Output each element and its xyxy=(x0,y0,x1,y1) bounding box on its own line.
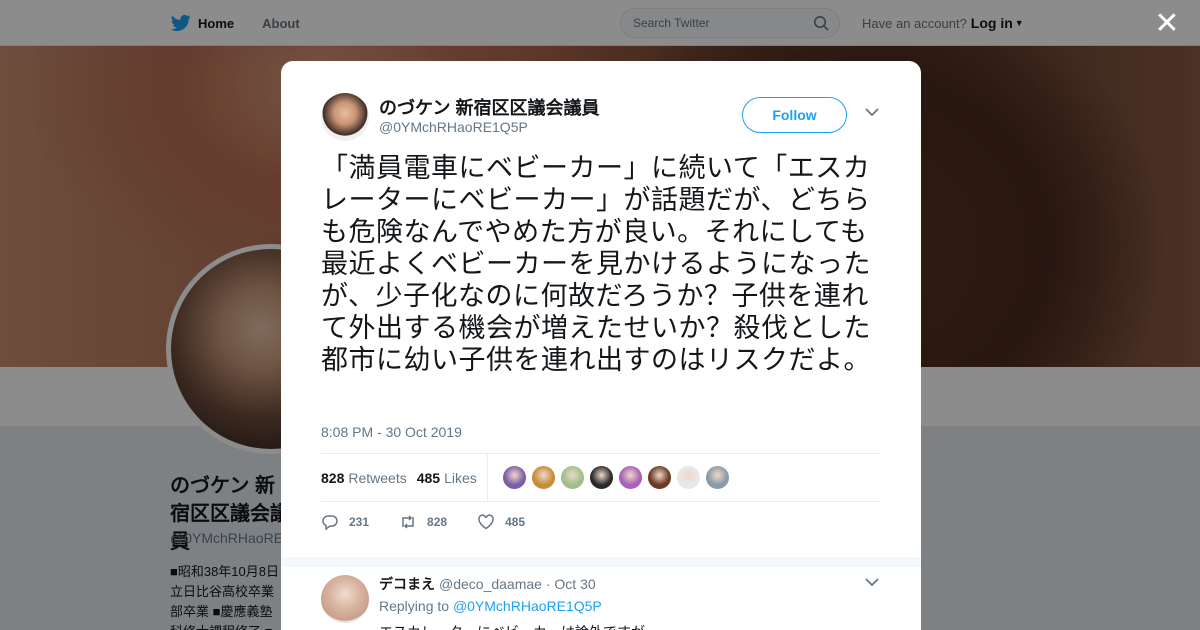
replying-to: Replying to @0YMchRHaoRE1Q5P xyxy=(379,598,602,614)
stats-divider xyxy=(486,453,488,502)
heart-icon xyxy=(478,514,494,530)
likes-count: 485 xyxy=(416,469,441,486)
liker-avatar[interactable] xyxy=(588,465,614,490)
retweet-icon xyxy=(402,515,414,529)
chevron-down-icon[interactable] xyxy=(865,107,879,117)
reply-icon xyxy=(322,515,338,531)
close-icon[interactable]: ✕ xyxy=(1154,9,1180,39)
like-count: 485 xyxy=(505,515,526,529)
likes-label: Likes xyxy=(444,469,477,486)
tweet-timestamp[interactable]: 8:08 PM - 30 Oct 2019 xyxy=(321,424,462,440)
follow-button[interactable]: Follow xyxy=(742,97,847,133)
liker-avatar[interactable] xyxy=(646,465,672,490)
tweet-actions: 231 828 485 xyxy=(321,513,555,531)
liker-avatar[interactable] xyxy=(675,465,701,490)
retweets-count: 828 xyxy=(321,469,345,486)
reply-header: デコまえ @deco_daamae · Oct 30 xyxy=(379,574,596,594)
replying-handle-link[interactable]: @0YMchRHaoRE1Q5P xyxy=(453,598,602,614)
retweets-label: Retweets xyxy=(348,469,407,486)
retweets-stat[interactable]: 828 Retweets xyxy=(321,470,407,486)
reply-author-avatar[interactable] xyxy=(321,575,369,623)
replies-separator xyxy=(281,557,921,567)
retweet-count: 828 xyxy=(427,515,448,529)
author-handle[interactable]: @0YMchRHaoRE1Q5P xyxy=(379,119,528,135)
replying-label: Replying to xyxy=(379,598,450,614)
reply-action[interactable]: 231 xyxy=(321,513,369,531)
reply-author-name[interactable]: デコまえ xyxy=(379,576,435,592)
likers-avatars xyxy=(498,465,730,490)
reply-text: エスカレーターにベビーカーは論外ですが xyxy=(379,622,645,630)
liker-avatar[interactable] xyxy=(501,465,527,490)
tweet-text: 「満員電車にベビーカー」に続いて「エスカレーターにベビーカー」が話題だが、どちら… xyxy=(321,153,871,376)
like-action[interactable]: 485 xyxy=(477,513,525,531)
reply-count: 231 xyxy=(349,515,370,529)
liker-avatar[interactable] xyxy=(559,465,585,490)
liker-avatar[interactable] xyxy=(530,465,556,490)
tweet-stats: 828 Retweets 485 Likes xyxy=(321,453,881,502)
author-name[interactable]: のづケン 新宿区区議会議員 xyxy=(379,94,599,120)
retweet-action[interactable]: 828 xyxy=(399,513,447,531)
reply-author-handle[interactable]: @deco_daamae xyxy=(439,576,542,592)
chevron-down-icon[interactable] xyxy=(865,577,879,587)
author-avatar[interactable] xyxy=(321,93,369,141)
liker-avatar[interactable] xyxy=(617,465,643,490)
reply-date[interactable]: · Oct 30 xyxy=(546,576,596,592)
liker-avatar[interactable] xyxy=(704,465,730,490)
likes-stat[interactable]: 485 Likes xyxy=(417,470,477,486)
tweet-modal: のづケン 新宿区区議会議員 @0YMchRHaoRE1Q5P Follow 「満… xyxy=(281,61,921,630)
